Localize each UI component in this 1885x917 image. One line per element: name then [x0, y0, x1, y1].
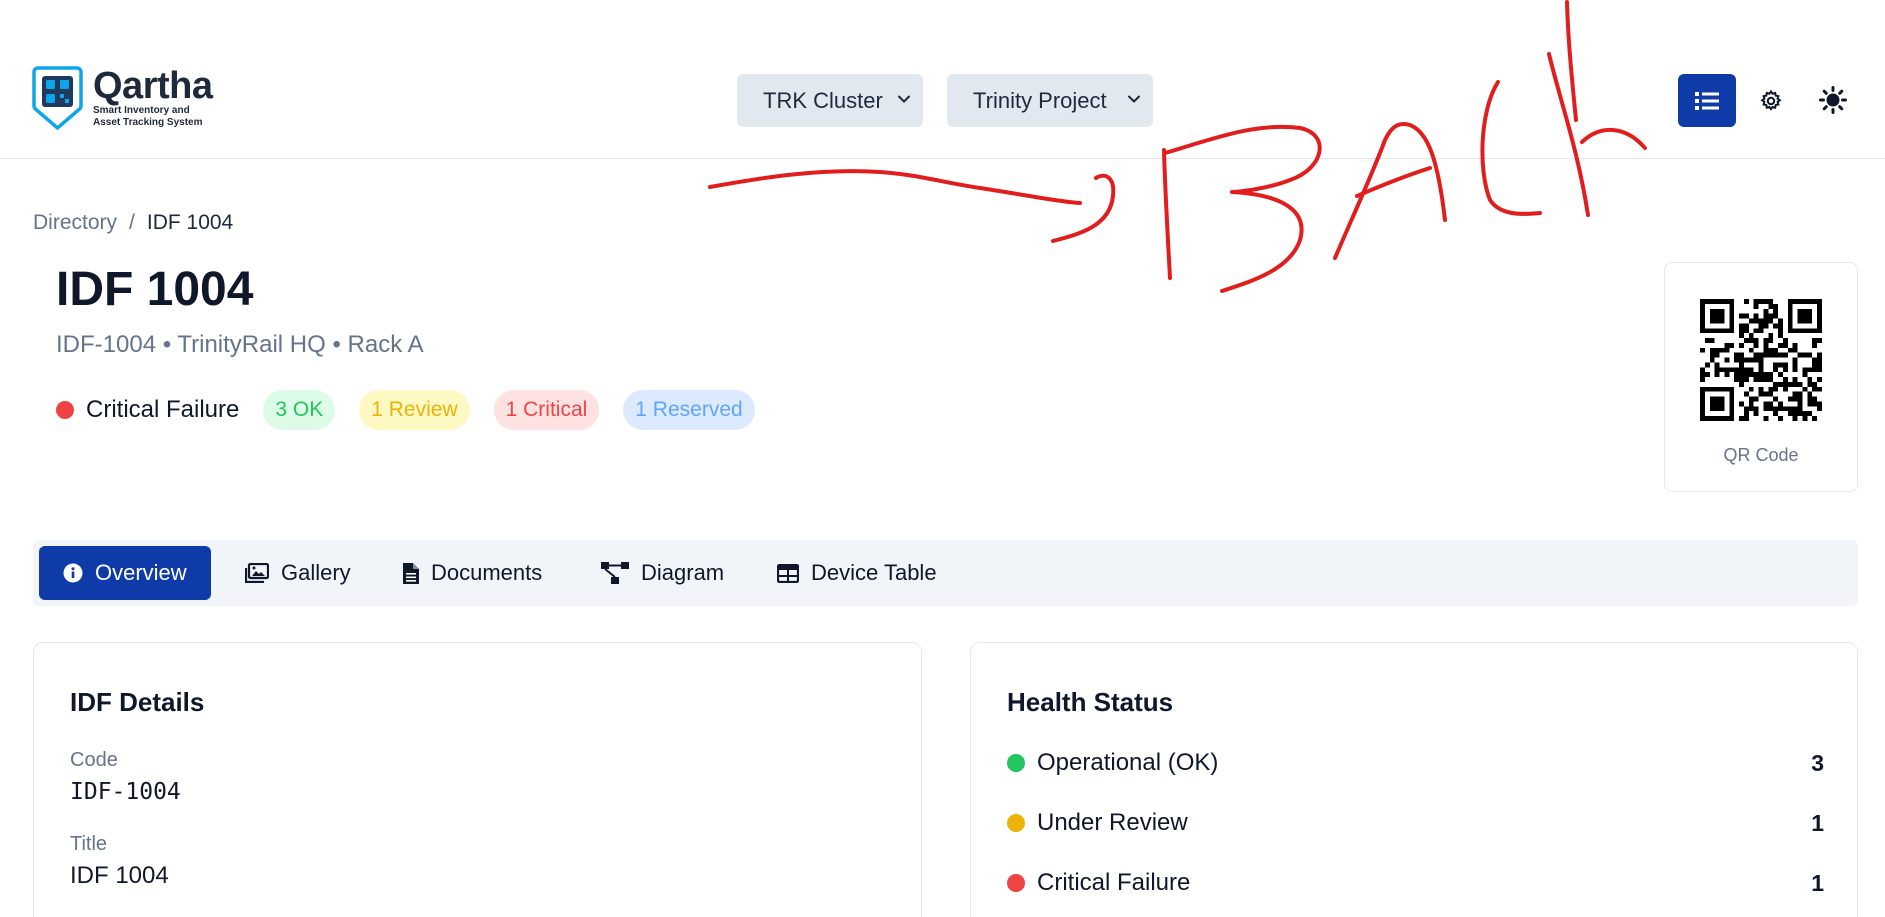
badge-ok: 3 OK [263, 390, 336, 430]
table-icon [777, 563, 799, 583]
health-row-ok: Operational (OK) 3 [1007, 749, 1824, 777]
cluster-select[interactable]: TRK Cluster [737, 74, 923, 127]
top-header: Qartha Smart Inventory and Asset Trackin… [0, 0, 1885, 159]
info-icon [63, 563, 83, 583]
gear-icon [1760, 89, 1782, 111]
breadcrumb-directory-link[interactable]: Directory [33, 211, 117, 235]
health-row-count: 1 [1811, 869, 1824, 896]
project-select-value: Trinity Project [973, 87, 1107, 113]
idf-details-title: IDF Details [70, 687, 205, 717]
settings-button[interactable] [1756, 86, 1786, 116]
breadcrumb-separator: / [129, 211, 135, 234]
tab-documents-label: Documents [431, 560, 543, 585]
badge-reserved: 1 Reserved [623, 390, 755, 430]
breadcrumb: Directory / IDF 1004 [33, 211, 233, 235]
health-status-title: Health Status [1007, 687, 1174, 717]
health-status-card: Health Status Operational (OK) 3 Under R… [970, 642, 1858, 917]
health-row-label: Under Review [1037, 809, 1188, 836]
theme-toggle-button[interactable] [1817, 84, 1849, 116]
tab-diagram-label: Diagram [641, 560, 725, 585]
status-row: Critical Failure 3 OK 1 Review 1 Critica… [56, 390, 755, 430]
code-value: IDF-1004 [70, 779, 181, 805]
brand-tagline-1: Smart Inventory and [93, 105, 190, 116]
chevron-down-icon [1128, 95, 1140, 103]
qr-code-card[interactable]: QR Code [1664, 262, 1858, 492]
qr-code-image [1700, 299, 1822, 421]
health-row-count: 1 [1811, 809, 1824, 836]
tab-documents[interactable]: Documents [379, 546, 566, 600]
brand-logo[interactable]: Qartha Smart Inventory and Asset Trackin… [32, 65, 213, 130]
page-subtitle: IDF-1004 • TrinityRail HQ • Rack A [56, 331, 424, 358]
tab-diagram[interactable]: Diagram [577, 546, 748, 600]
list-icon [1695, 91, 1719, 110]
tab-gallery[interactable]: Gallery [221, 546, 375, 600]
badge-critical: 1 Critical [493, 390, 600, 430]
tab-gallery-label: Gallery [281, 560, 351, 585]
title-label: Title [70, 833, 108, 855]
review-dot [1007, 814, 1025, 832]
tab-overview[interactable]: Overview [39, 546, 211, 600]
breadcrumb-current: IDF 1004 [146, 211, 234, 234]
tab-overview-label: Overview [95, 560, 187, 585]
critical-dot [1007, 874, 1025, 892]
brand-name: Qartha [93, 65, 213, 107]
chevron-down-icon [898, 95, 910, 103]
sun-icon [1819, 86, 1847, 114]
tab-bar: Overview Gallery Documents Diagram Devic… [33, 540, 1858, 606]
health-row-review: Under Review 1 [1007, 809, 1824, 837]
project-select[interactable]: Trinity Project [947, 74, 1153, 127]
tab-device-table-label: Device Table [811, 560, 937, 585]
gallery-icon [245, 563, 269, 583]
health-row-label: Operational (OK) [1037, 749, 1219, 776]
status-label: Critical Failure [86, 396, 240, 423]
ok-dot [1007, 754, 1025, 772]
tab-device-table[interactable]: Device Table [753, 546, 961, 600]
diagram-icon [601, 562, 629, 584]
page-title: IDF 1004 [56, 263, 254, 316]
qartha-logo-icon [32, 66, 83, 130]
title-value: IDF 1004 [70, 862, 169, 889]
code-label: Code [70, 749, 118, 771]
status-dot [56, 401, 74, 419]
list-view-button[interactable] [1678, 74, 1736, 127]
cluster-select-value: TRK Cluster [763, 87, 883, 113]
document-icon [403, 562, 419, 584]
badge-review: 1 Review [359, 390, 470, 430]
overall-status: Critical Failure [56, 396, 239, 424]
qr-code-label: QR Code [1723, 445, 1799, 465]
idf-details-card: IDF Details Code IDF-1004 Title IDF 1004 [33, 642, 922, 917]
brand-tagline-2: Asset Tracking System [93, 117, 203, 128]
health-row-critical: Critical Failure 1 [1007, 869, 1824, 897]
health-row-label: Critical Failure [1037, 869, 1191, 896]
health-row-count: 3 [1811, 749, 1824, 776]
